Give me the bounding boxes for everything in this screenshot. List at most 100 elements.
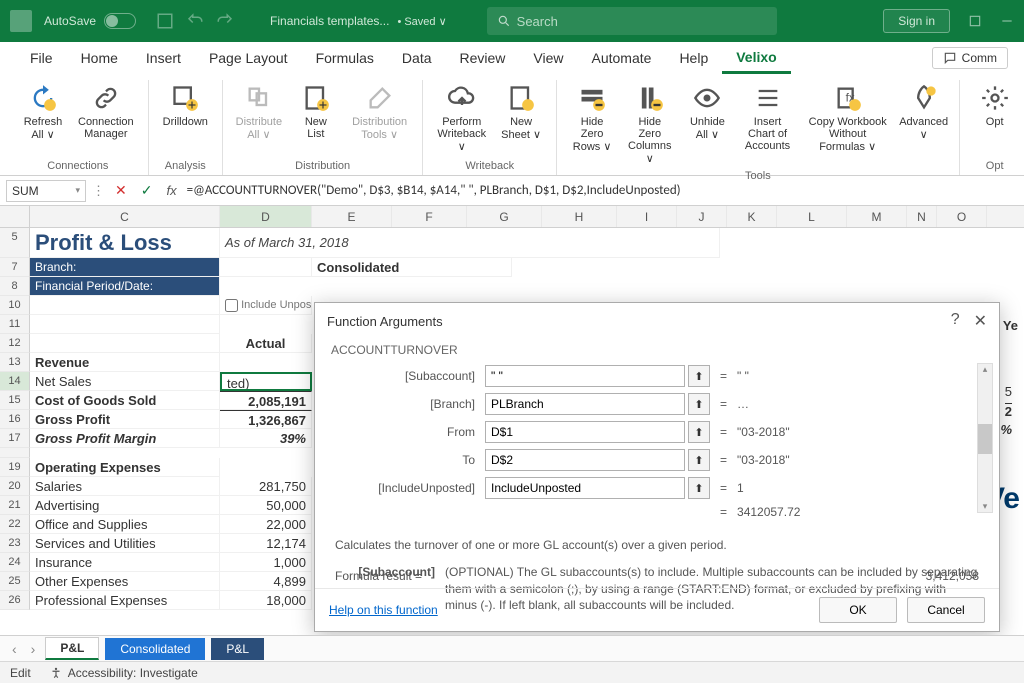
col-f[interactable]: F [392,206,467,227]
branch-label[interactable]: Branch: [30,258,220,277]
formula-input[interactable]: =@ACCOUNTTURNOVER("Demo", D$3, $B14, $A1… [187,183,681,198]
row-header[interactable]: 10 [0,296,30,315]
opex-label[interactable]: Operating Expenses [30,458,220,477]
gp-margin-label[interactable]: Gross Profit Margin [30,429,220,448]
minimize-icon[interactable] [1000,14,1014,28]
ref-select-icon[interactable]: ⬆ [688,393,710,415]
office-label[interactable]: Office and Supplies [30,515,220,534]
file-name[interactable]: Financials templates... [270,14,389,28]
save-icon[interactable] [156,12,174,30]
report-title[interactable]: Profit & Loss [30,228,220,258]
options-button[interactable]: Opt [970,80,1020,130]
tab-insert[interactable]: Insert [132,44,195,72]
col-l[interactable]: L [777,206,847,227]
new-list-button[interactable]: New List [291,80,341,142]
tab-review[interactable]: Review [446,44,520,72]
gp-margin-value[interactable]: 39% [220,429,312,448]
salaries-value[interactable]: 281,750 [220,477,312,496]
tab-file[interactable]: File [16,44,67,72]
row-header[interactable]: 5 [0,228,30,258]
help-link[interactable]: Help on this function [329,603,438,617]
sheet-tab-pl2[interactable]: P&L [211,638,264,660]
row-header[interactable]: 26 [0,591,30,610]
row-header[interactable]: 24 [0,553,30,572]
col-d[interactable]: D [220,206,312,227]
as-of-date[interactable]: As of March 31, 2018 [220,228,720,258]
col-c[interactable]: C [30,206,220,227]
tab-page-layout[interactable]: Page Layout [195,44,302,72]
col-h[interactable]: H [542,206,617,227]
sign-in-button[interactable]: Sign in [883,9,950,33]
scrollbar-thumb[interactable] [978,424,992,454]
row-header[interactable]: 17 [0,429,30,448]
prof-exp-value[interactable]: 18,000 [220,591,312,610]
office-value[interactable]: 22,000 [220,515,312,534]
cogs-value[interactable]: 2,085,191 [220,391,312,410]
ref-select-icon[interactable]: ⬆ [688,477,710,499]
drilldown-button[interactable]: Drilldown [159,80,212,130]
ref-select-icon[interactable]: ⬆ [688,365,710,387]
col-o[interactable]: O [937,206,987,227]
sheet-nav-prev-icon[interactable]: ‹ [8,641,21,657]
advertising-label[interactable]: Advertising [30,496,220,515]
row-header[interactable]: 14 [0,372,30,391]
perform-writeback-button[interactable]: Perform Writeback ∨ [433,80,490,155]
row-header[interactable]: 20 [0,477,30,496]
tab-velixo[interactable]: Velixo [722,43,790,74]
salaries-label[interactable]: Salaries [30,477,220,496]
col-n[interactable]: N [907,206,937,227]
row-header[interactable]: 15 [0,391,30,410]
distribution-tools-button[interactable]: Distribution Tools ∨ [347,80,413,143]
name-box[interactable]: SUM▾ [6,180,86,202]
hide-zero-columns-button[interactable]: Hide Zero Columns ∨ [623,80,676,167]
redo-icon[interactable] [216,12,234,30]
col-g[interactable]: G [467,206,542,227]
sheet-tab-consolidated[interactable]: Consolidated [105,638,205,660]
gross-profit-label[interactable]: Gross Profit [30,410,220,429]
cancel-formula-icon[interactable]: ✕ [111,182,131,199]
col-j[interactable]: J [677,206,727,227]
active-cell[interactable]: ted) [220,372,312,391]
cancel-button[interactable]: Cancel [907,597,985,623]
ref-select-icon[interactable]: ⬆ [688,449,710,471]
advanced-button[interactable]: Advanced ∨ [899,80,949,143]
insert-coa-button[interactable]: Insert Chart of Accounts [738,80,796,154]
tab-formulas[interactable]: Formulas [302,44,388,72]
tab-home[interactable]: Home [67,44,132,72]
row-header[interactable]: 13 [0,353,30,372]
connection-manager-button[interactable]: Connection Manager [74,80,138,142]
fx-icon[interactable]: fx [166,183,176,198]
prof-exp-label[interactable]: Professional Expenses [30,591,220,610]
arg-input-subaccount[interactable] [485,365,685,387]
other-exp-value[interactable]: 4,899 [220,572,312,591]
cogs-label[interactable]: Cost of Goods Sold [30,391,220,410]
sheet-tab-pl[interactable]: P&L [45,637,99,660]
include-unposted-checkbox[interactable] [225,299,238,312]
ok-button[interactable]: OK [819,597,897,623]
args-scrollbar[interactable]: ▴▾ [977,363,993,513]
help-icon[interactable]: ? [951,311,960,331]
arg-input-from[interactable] [485,421,685,443]
row-header[interactable]: 23 [0,534,30,553]
undo-icon[interactable] [186,12,204,30]
net-sales-label[interactable]: Net Sales [30,372,220,391]
tab-automate[interactable]: Automate [578,44,666,72]
hide-zero-rows-button[interactable]: Hide Zero Rows ∨ [567,80,617,155]
gross-profit-value[interactable]: 1,326,867 [220,410,312,429]
advertising-value[interactable]: 50,000 [220,496,312,515]
arg-input-to[interactable] [485,449,685,471]
actual-header[interactable]: Actual [220,334,312,353]
arg-input-includeunposted[interactable] [485,477,685,499]
row-header[interactable]: 21 [0,496,30,515]
unhide-all-button[interactable]: Unhide All ∨ [682,80,732,143]
col-e[interactable]: E [312,206,392,227]
row-header[interactable]: 25 [0,572,30,591]
select-all-corner[interactable] [0,206,30,227]
col-m[interactable]: M [847,206,907,227]
revenue-label[interactable]: Revenue [30,353,220,372]
period-label[interactable]: Financial Period/Date: [30,277,220,296]
row-header[interactable]: 16 [0,410,30,429]
consolidated-label[interactable]: Consolidated [312,258,512,277]
distribute-all-button[interactable]: Distribute All ∨ [233,80,285,143]
row-header[interactable]: 12 [0,334,30,353]
